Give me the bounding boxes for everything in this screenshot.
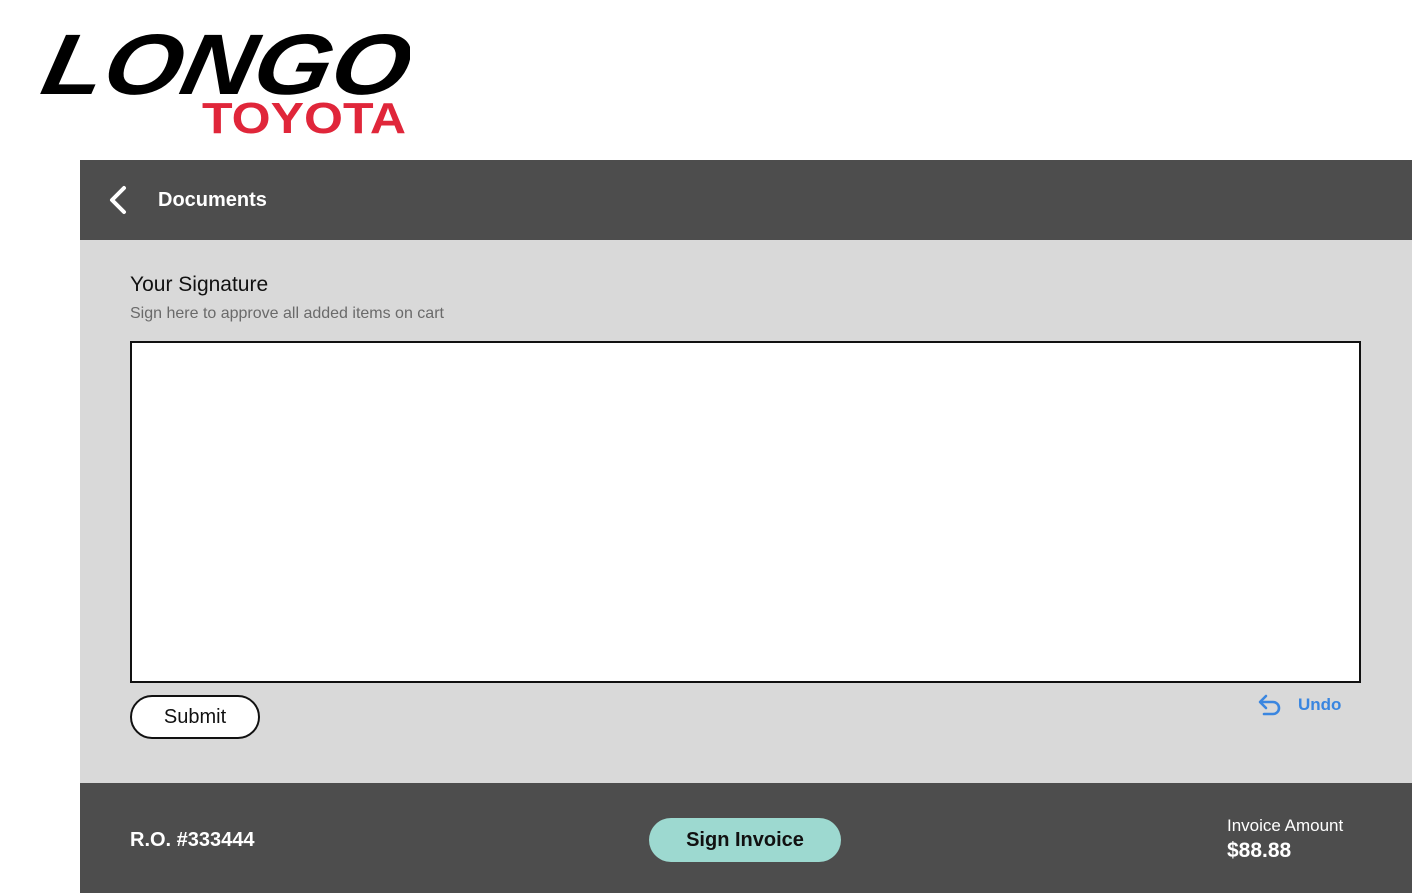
undo-arrow-icon [1258, 694, 1281, 716]
header-bar: Documents [80, 160, 1412, 240]
longo-toyota-logo: LONGO TOYOTA [38, 30, 410, 138]
logo-subtitle: TOYOTA [202, 94, 406, 138]
undo-button[interactable]: Undo [1256, 690, 1341, 720]
signature-subtitle: Sign here to approve all added items on … [130, 305, 444, 322]
invoice-amount-value: $88.88 [1227, 839, 1292, 862]
chevron-left-icon [110, 186, 126, 214]
signature-pad[interactable] [130, 341, 1361, 683]
footer-bar: R.O. #333444 Sign Invoice Invoice Amount… [80, 783, 1412, 893]
signature-title: Your Signature [130, 273, 269, 296]
page-title: Documents [158, 189, 267, 211]
undo-label: Undo [1298, 695, 1342, 714]
back-button[interactable] [102, 182, 138, 218]
logo-graphic: LONGO TOYOTA [38, 30, 410, 138]
submit-button[interactable]: Submit [130, 695, 260, 739]
documents-panel: Documents Your Signature Sign here to ap… [80, 160, 1412, 893]
invoice-amount-label: Invoice Amount [1227, 816, 1344, 835]
repair-order-number: R.O. #333444 [130, 829, 255, 851]
sign-invoice-button[interactable]: Sign Invoice [649, 818, 841, 862]
